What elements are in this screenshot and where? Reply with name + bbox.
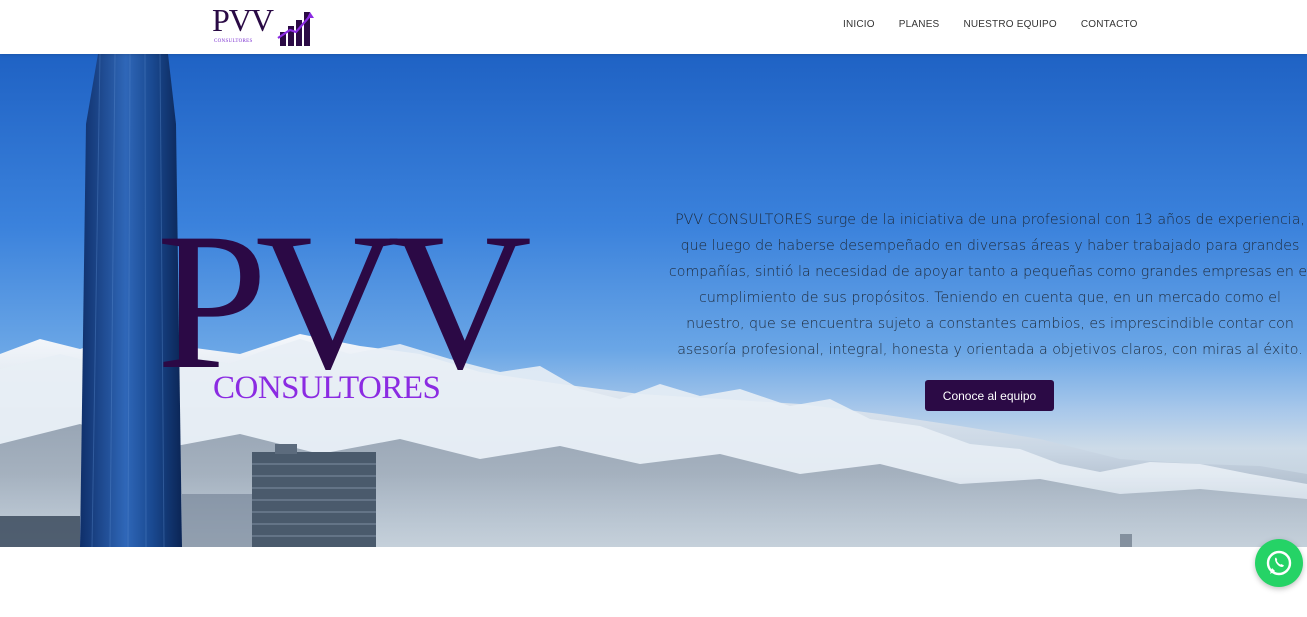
- hero-section: PVV CONSULTORES PVV CONSULTORES surge de…: [0, 54, 1307, 547]
- hero-logo-subtext: CONSULTORES: [213, 370, 441, 406]
- whatsapp-button[interactable]: [1255, 539, 1303, 587]
- nav-nuestro-equipo[interactable]: NUESTRO EQUIPO: [963, 19, 1056, 30]
- logo-text: PVV: [212, 2, 274, 38]
- whatsapp-icon: [1266, 550, 1292, 576]
- conoce-al-equipo-button[interactable]: Conoce al equipo: [925, 380, 1054, 411]
- site-header: PVV CONSULTORES INICIO PLANES NUESTRO EQ…: [0, 0, 1307, 54]
- logo-subtext: CONSULTORES: [214, 39, 253, 44]
- hero-description: PVV CONSULTORES surge de la iniciativa d…: [668, 212, 1307, 358]
- header-logo[interactable]: PVV CONSULTORES: [210, 2, 318, 48]
- growth-chart-icon: [277, 12, 314, 46]
- main-nav: INICIO PLANES NUESTRO EQUIPO CONTACTO: [843, 19, 1162, 30]
- nav-planes[interactable]: PLANES: [899, 19, 940, 30]
- nav-inicio[interactable]: INICIO: [843, 19, 875, 30]
- nav-contacto[interactable]: CONTACTO: [1081, 19, 1138, 30]
